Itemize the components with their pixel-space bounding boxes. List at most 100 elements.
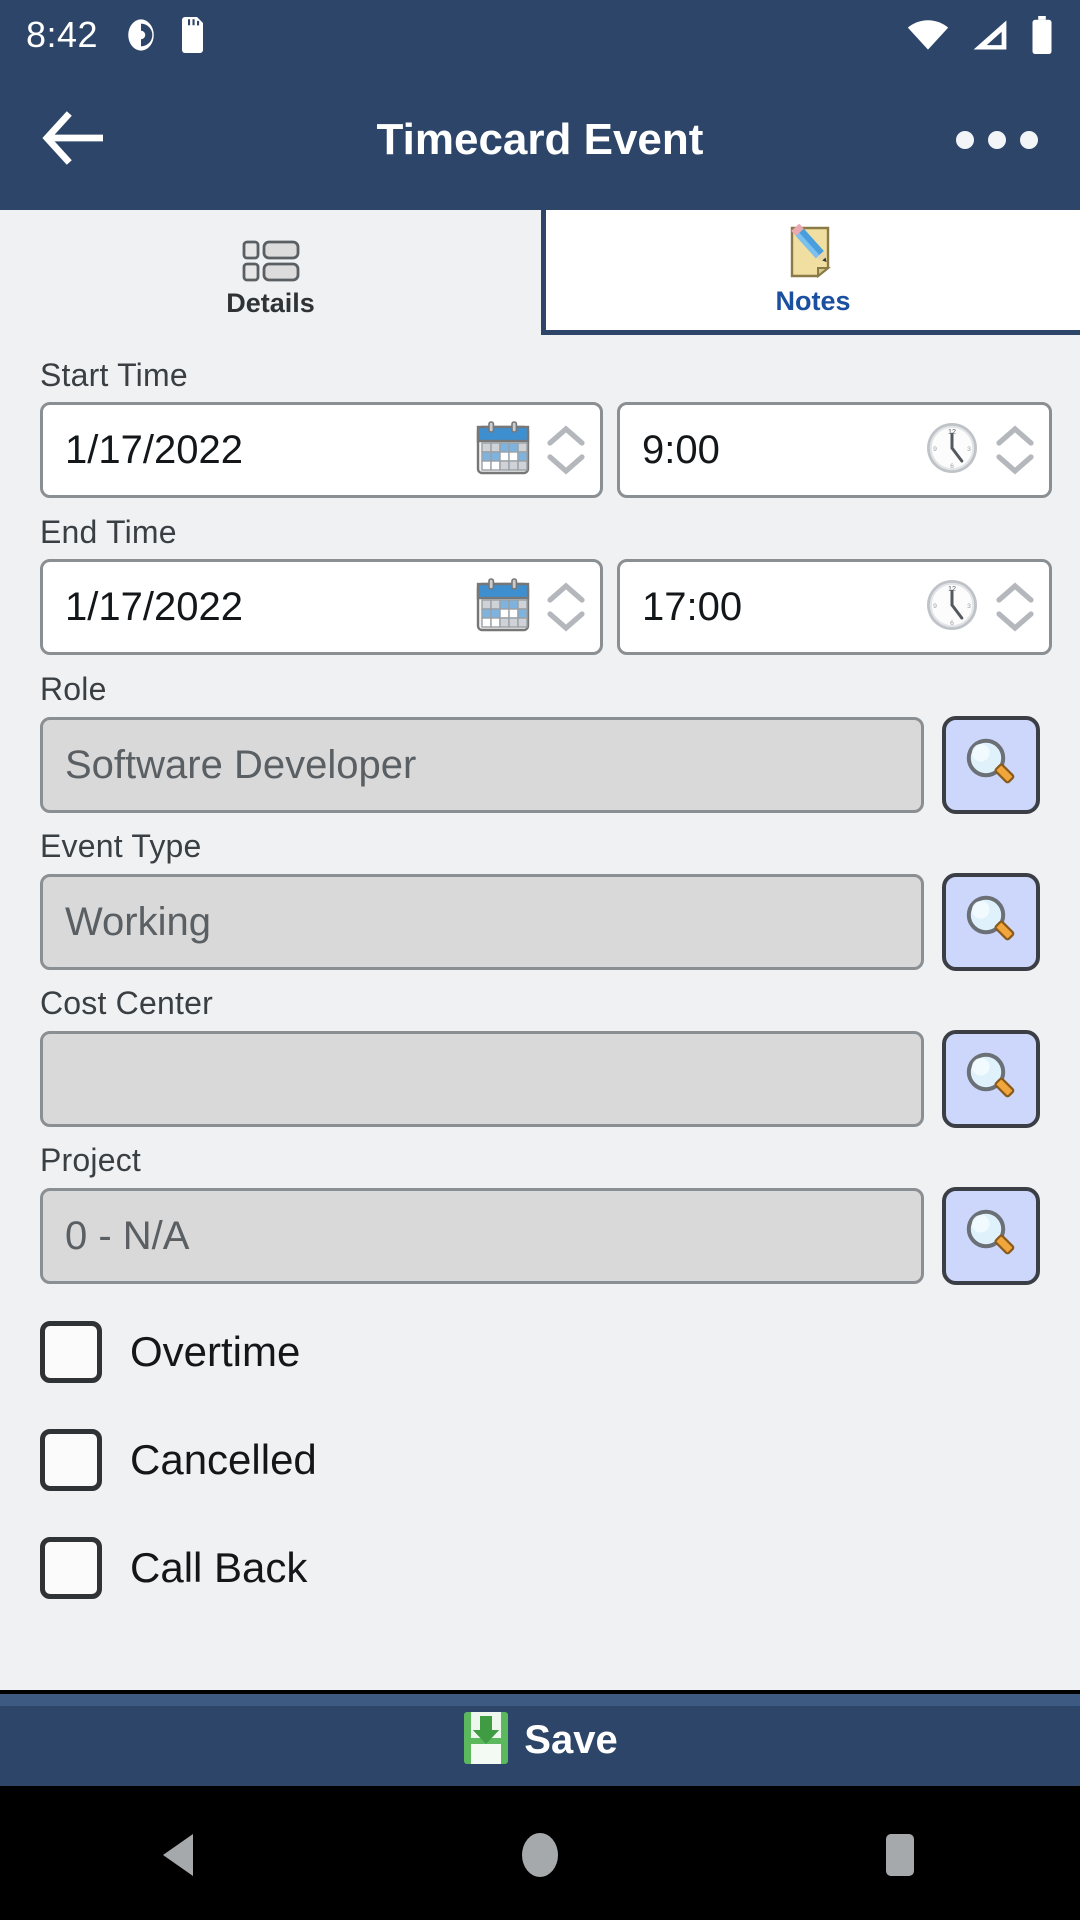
- role-row: Software Developer: [40, 716, 1040, 814]
- magnifier-icon: [966, 1209, 1015, 1255]
- end-time-input[interactable]: 17:00 12 3 6 9: [617, 559, 1052, 655]
- spinner-down-icon: [996, 454, 1034, 475]
- magnifier-icon: [966, 738, 1015, 784]
- svg-text:6: 6: [950, 462, 954, 469]
- android-home-icon: [522, 1833, 558, 1877]
- project-input[interactable]: 0 - N/A: [40, 1188, 924, 1284]
- svg-text:3: 3: [967, 603, 971, 610]
- magnifier-icon: [966, 1052, 1015, 1098]
- android-recents-button[interactable]: [840, 1790, 960, 1920]
- page-title: Timecard Event: [376, 115, 704, 164]
- role-label: Role: [40, 671, 107, 707]
- checkbox-row-cancelled[interactable]: Cancelled: [40, 1429, 1040, 1491]
- android-home-button[interactable]: [480, 1790, 600, 1920]
- checkbox-row-overtime[interactable]: Overtime: [40, 1321, 1040, 1383]
- android-nav-bar: [0, 1790, 1080, 1920]
- spinner-down-icon: [996, 611, 1034, 632]
- save-disk-icon: [462, 1710, 510, 1771]
- status-bar: 8:42: [0, 0, 1080, 70]
- spinner-up-icon: [547, 582, 585, 603]
- svg-text:3: 3: [967, 446, 971, 453]
- project-row: 0 - N/A: [40, 1187, 1040, 1285]
- end-date-stepper[interactable]: [542, 582, 590, 632]
- call-back-checkbox[interactable]: [40, 1537, 102, 1599]
- tab-notes-label: Notes: [775, 285, 851, 316]
- project-label: Project: [40, 1142, 141, 1178]
- start-date-input[interactable]: 1/17/2022: [40, 402, 603, 498]
- tab-details[interactable]: Details: [0, 210, 541, 335]
- end-time-label: End Time: [40, 514, 177, 550]
- cost-center-lookup-button[interactable]: [942, 1030, 1040, 1128]
- spinner-down-icon: [547, 611, 585, 632]
- overflow-menu-icon-dot3: [1020, 131, 1038, 149]
- start-time-label: Start Time: [40, 357, 188, 393]
- cancelled-label: Cancelled: [130, 1436, 317, 1483]
- back-button[interactable]: [34, 100, 114, 180]
- android-recents-icon: [886, 1834, 914, 1876]
- back-arrow-icon: [41, 110, 107, 171]
- status-bar-system-icons: [906, 16, 1054, 54]
- details-list-icon: [242, 226, 300, 282]
- cost-center-input[interactable]: [40, 1031, 924, 1127]
- overflow-menu-button[interactable]: [948, 115, 1046, 165]
- event-type-input[interactable]: Working: [40, 874, 924, 970]
- spinner-up-icon: [547, 425, 585, 446]
- android-back-icon: [163, 1834, 193, 1876]
- note-pencil-icon: [784, 223, 842, 280]
- clock-icon[interactable]: 12 3 6 9: [923, 576, 981, 639]
- status-bar-clock: 8:42: [26, 14, 99, 55]
- end-time-row: 1/17/2022 17:00 12 3 6 9: [40, 559, 1052, 655]
- spinner-up-icon: [996, 425, 1034, 446]
- tab-bar: Details Notes: [0, 210, 1080, 335]
- event-type-label: Event Type: [40, 828, 202, 864]
- start-time-row: 1/17/2022 9:00 12 3 6 9: [40, 402, 1052, 498]
- role-input[interactable]: Software Developer: [40, 717, 924, 813]
- spinner-down-icon: [547, 454, 585, 475]
- overflow-menu-icon-dot2: [988, 131, 1006, 149]
- save-button[interactable]: Save: [0, 1694, 1080, 1786]
- svg-text:6: 6: [950, 619, 954, 626]
- sd-card-icon: [180, 17, 208, 53]
- overtime-checkbox[interactable]: [40, 1321, 102, 1383]
- svg-text:9: 9: [933, 446, 937, 453]
- start-time-value: 9:00: [642, 427, 720, 472]
- end-date-input[interactable]: 1/17/2022: [40, 559, 603, 655]
- start-date-stepper[interactable]: [542, 425, 590, 475]
- start-time-stepper[interactable]: [991, 425, 1039, 475]
- wifi-icon: [906, 18, 950, 52]
- screenshot-icon: [124, 18, 158, 52]
- spinner-up-icon: [996, 582, 1034, 603]
- end-time-value: 17:00: [642, 584, 743, 629]
- clock-icon[interactable]: 12 3 6 9: [923, 419, 981, 482]
- checkbox-group: Overtime Cancelled Call Back: [40, 1321, 1040, 1599]
- tab-details-label: Details: [226, 288, 315, 318]
- android-back-button[interactable]: [120, 1790, 240, 1920]
- end-date-value: 1/17/2022: [65, 584, 243, 629]
- call-back-label: Call Back: [130, 1544, 308, 1591]
- battery-icon: [1030, 16, 1054, 54]
- tab-notes[interactable]: Notes: [541, 210, 1080, 335]
- calendar-icon[interactable]: [474, 419, 532, 482]
- checkbox-row-call-back[interactable]: Call Back: [40, 1537, 1040, 1599]
- phone-screen: 8:42 Timecard Event Details Notes Start …: [0, 0, 1080, 1920]
- cost-center-row: [40, 1030, 1040, 1128]
- overtime-label: Overtime: [130, 1328, 301, 1375]
- project-lookup-button[interactable]: [942, 1187, 1040, 1285]
- event-type-row: Working: [40, 873, 1040, 971]
- overflow-menu-icon: [956, 131, 974, 149]
- event-type-lookup-button[interactable]: [942, 873, 1040, 971]
- cost-center-label: Cost Center: [40, 985, 213, 1021]
- form-area: Start Time 1/17/2022 9:00 12 3 6 9 End T…: [0, 335, 1080, 1599]
- save-button-label: Save: [524, 1717, 618, 1762]
- svg-text:9: 9: [933, 603, 937, 610]
- status-bar-notification-icons: [124, 17, 208, 53]
- role-lookup-button[interactable]: [942, 716, 1040, 814]
- cellular-signal-icon: [970, 18, 1010, 52]
- app-bar: Timecard Event: [0, 70, 1080, 210]
- start-date-value: 1/17/2022: [65, 427, 243, 472]
- end-time-stepper[interactable]: [991, 582, 1039, 632]
- save-bar: Save: [0, 1690, 1080, 1790]
- start-time-input[interactable]: 9:00 12 3 6 9: [617, 402, 1052, 498]
- calendar-icon[interactable]: [474, 576, 532, 639]
- cancelled-checkbox[interactable]: [40, 1429, 102, 1491]
